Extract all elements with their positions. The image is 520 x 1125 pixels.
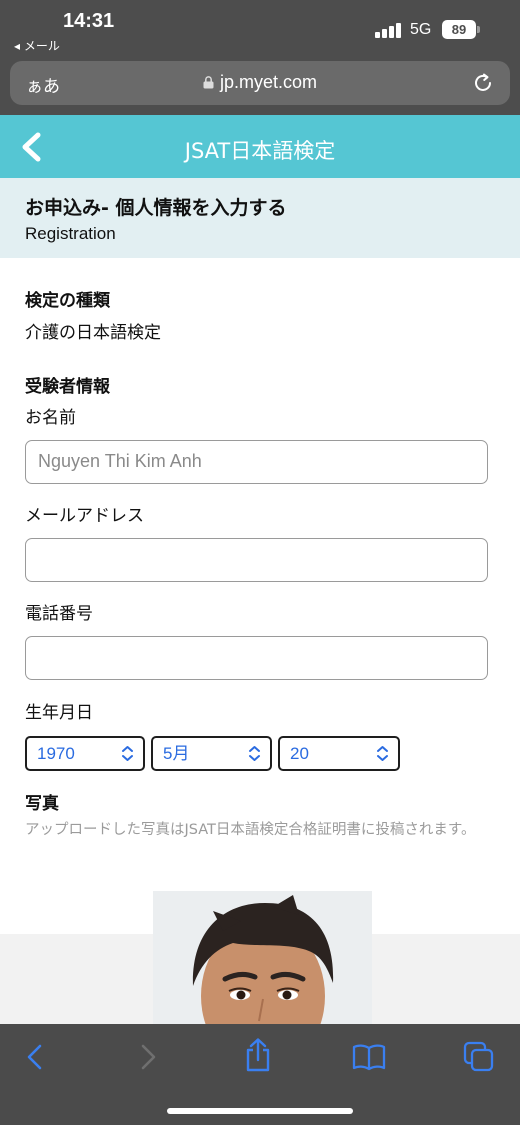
birth-day-select[interactable]: 20 — [278, 736, 400, 771]
page-subtitle: Registration — [25, 224, 116, 243]
battery-icon: 89 — [442, 20, 476, 39]
email-label: メールアドレス — [25, 506, 144, 526]
back-to-app-link[interactable]: ◂ メール — [14, 37, 60, 54]
examinee-section-label: 受験者情報 — [25, 377, 110, 397]
battery-tip — [477, 26, 480, 33]
reload-icon[interactable] — [471, 71, 495, 95]
status-time: 14:31 — [63, 10, 115, 32]
page-heading: お申込み- 個人情報を入力する Registration — [0, 178, 520, 258]
header-title: JSAT日本語検定 — [184, 139, 336, 163]
email-field[interactable] — [25, 538, 488, 582]
uploaded-photo[interactable] — [153, 891, 372, 1031]
address-bar[interactable]: ぁあ jp.myet.com — [10, 61, 510, 105]
tabs-icon[interactable] — [463, 1041, 495, 1073]
birth-year-value: 1970 — [37, 744, 75, 763]
phone-label: 電話番号 — [25, 604, 93, 624]
name-label: お名前 — [25, 408, 76, 428]
exam-type-value: 介護の日本語検定 — [25, 323, 161, 343]
url-text: jp.myet.com — [219, 72, 318, 92]
portrait-image — [153, 891, 372, 1031]
lock-icon — [203, 76, 214, 89]
toolbar-forward-icon[interactable] — [133, 1042, 163, 1072]
home-indicator — [167, 1108, 353, 1114]
app-header: JSAT日本語検定 — [0, 115, 520, 178]
updown-icon — [377, 746, 388, 761]
photo-label: 写真 — [25, 794, 59, 814]
toolbar-back-icon[interactable] — [20, 1042, 50, 1072]
url-display[interactable]: jp.myet.com — [10, 72, 510, 93]
birth-day-value: 20 — [290, 744, 309, 763]
name-field[interactable]: Nguyen Thi Kim Anh — [25, 440, 488, 484]
bookmarks-icon[interactable] — [352, 1042, 386, 1072]
signal-icon — [375, 22, 403, 38]
page-title: お申込み- 個人情報を入力する — [25, 197, 287, 219]
exam-type-label: 検定の種類 — [25, 291, 110, 311]
updown-icon — [122, 746, 133, 761]
birth-month-select[interactable]: 5月 — [151, 736, 272, 771]
photo-note: アップロードした写真はJSAT日本語検定合格証明書に投稿されます。 — [25, 822, 476, 838]
share-icon[interactable] — [243, 1038, 273, 1072]
phone-field[interactable] — [25, 636, 488, 680]
network-label: 5G — [410, 21, 432, 38]
browser-chrome: 14:31 ◂ メール 5G 89 ぁあ jp.myet.com — [0, 0, 520, 115]
birth-month-value: 5月 — [163, 744, 190, 763]
birth-year-select[interactable]: 1970 — [25, 736, 145, 771]
updown-icon — [249, 746, 260, 761]
birthdate-label: 生年月日 — [25, 703, 93, 723]
